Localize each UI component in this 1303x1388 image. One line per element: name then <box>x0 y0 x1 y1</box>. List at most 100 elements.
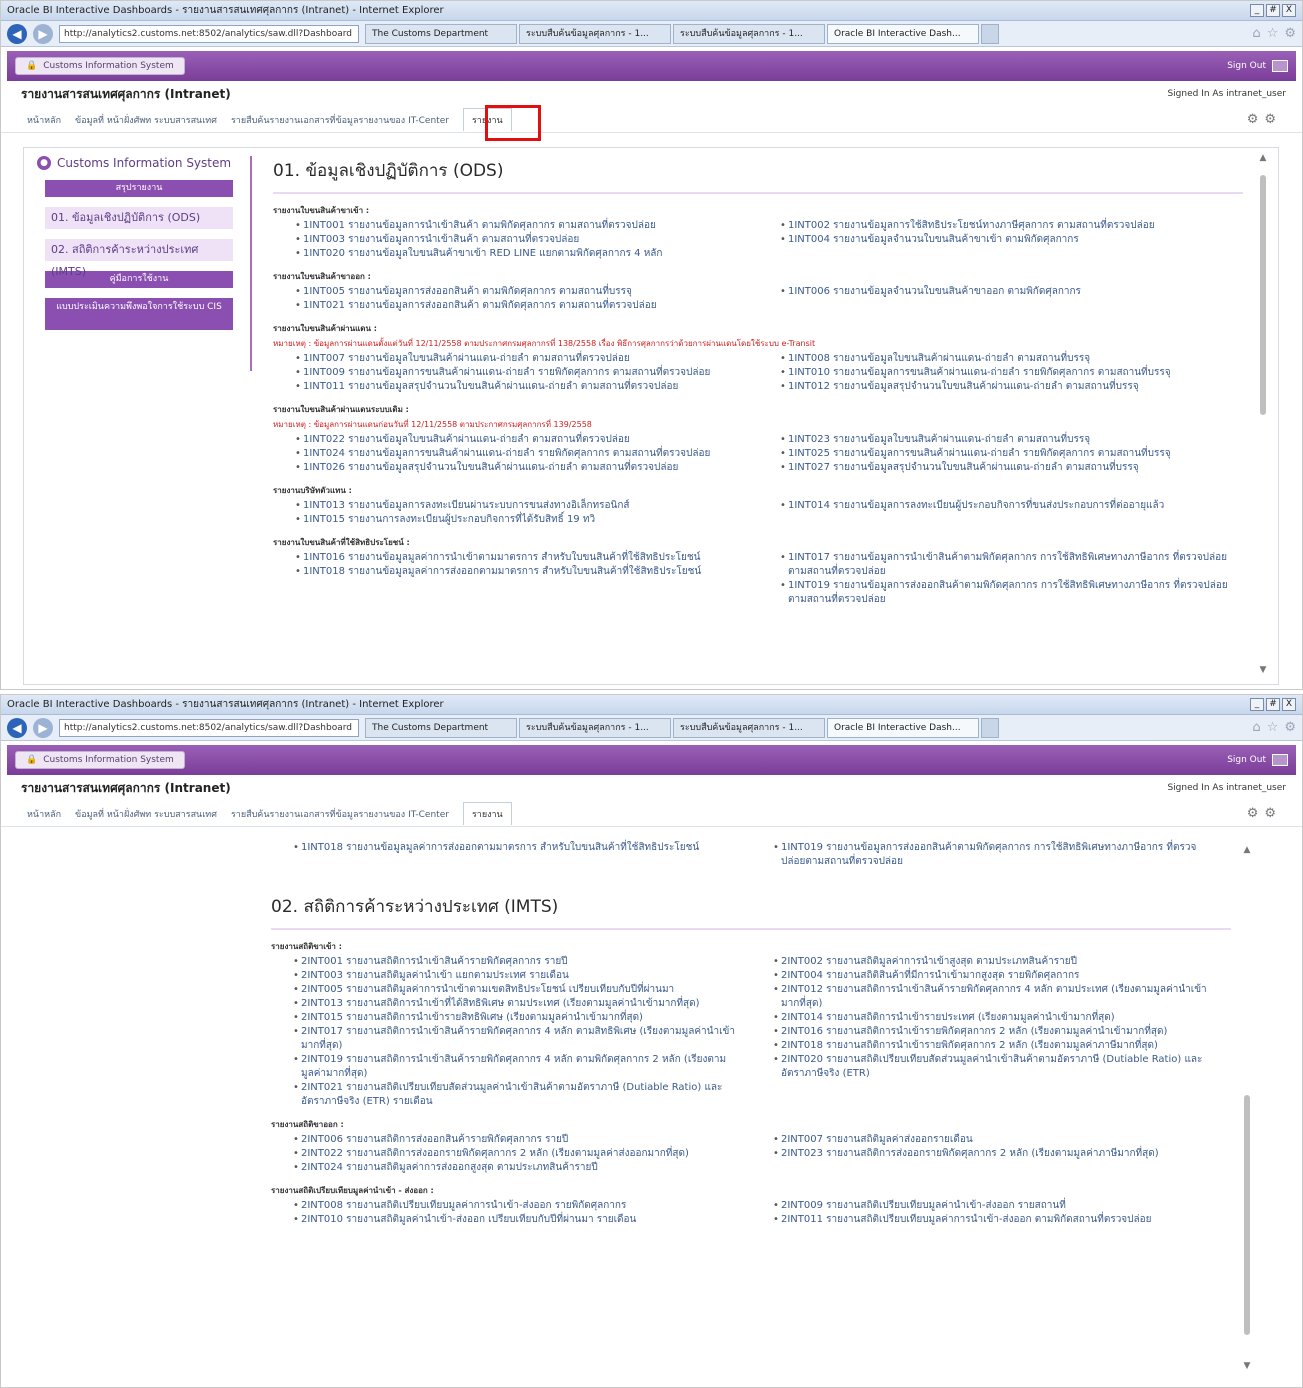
report-link[interactable]: 2INT004 รายงานสถิติสินค้าที่มีการนำเข้าม… <box>751 969 1219 983</box>
minimize-button[interactable]: _ <box>1250 698 1264 711</box>
report-link[interactable]: 1INT017 รายงานข้อมูลการนำเข้าสินค้าตามพิ… <box>758 551 1231 579</box>
report-link[interactable]: 1INT007 รายงานข้อมูลใบขนสินค้าผ่านแดน-ถ่… <box>273 352 746 366</box>
report-link[interactable]: 2INT015 รายงานสถิติการนำเข้ารายสิทธิพิเศ… <box>271 1011 739 1025</box>
menu-icon[interactable] <box>1272 60 1288 72</box>
report-link[interactable]: 1INT011 รายงานข้อมูลสรุปจำนวนใบขนสินค้าผ… <box>273 380 746 394</box>
gear-icon[interactable]: ⚙ <box>1247 806 1259 821</box>
report-link[interactable]: 2INT021 รายงานสถิติเปรียบเทียบสัดส่วนมูล… <box>271 1081 739 1109</box>
gear-icon[interactable]: ⚙ <box>1247 112 1259 127</box>
forward-arrow-icon[interactable]: ▶ <box>33 717 53 738</box>
scrollbar[interactable]: ▲ ▼ <box>1241 845 1253 1375</box>
scroll-up-icon[interactable]: ▲ <box>1241 845 1253 859</box>
report-link[interactable]: 2INT011 รายงานสถิติเปรียบเทียบมูลค่าการน… <box>751 1213 1219 1227</box>
page-tab-it-center[interactable]: รายสืบค้นรายงานเอกสารที่ข้อมูลรายงานของ … <box>231 113 449 127</box>
new-tab-button[interactable] <box>981 23 999 44</box>
report-link[interactable]: 1INT026 รายงานข้อมูลสรุปจำนวนใบขนสินค้าผ… <box>273 461 746 475</box>
page-tab-home[interactable]: หน้าหลัก <box>27 807 61 821</box>
report-link[interactable]: 2INT024 รายงานสถิติมูลค่าการส่งออกสูงสุด… <box>271 1161 739 1175</box>
page-tab-home[interactable]: หน้าหลัก <box>27 113 61 127</box>
tools-gear-icon[interactable]: ⚙ <box>1284 720 1296 735</box>
report-link[interactable]: 2INT018 รายงานสถิติการนำเข้ารายพิกัดศุลก… <box>751 1039 1219 1053</box>
report-link[interactable]: 1INT008 รายงานข้อมูลใบขนสินค้าผ่านแดน-ถ่… <box>758 352 1231 366</box>
report-link[interactable]: 1INT001 รายงานข้อมูลการนำเข้าสินค้า ตามพ… <box>273 219 746 233</box>
tab-customs-dept[interactable]: The Customs Department <box>365 717 517 738</box>
sidebar-item-imts[interactable]: 02. สถิติการค้าระหว่างประเทศ (IMTS) <box>45 239 233 278</box>
app-home-button[interactable]: 🔒 Customs Information System <box>15 57 185 75</box>
report-link[interactable]: 1INT010 รายงานข้อมูลการขนสินค้าผ่านแดน-ถ… <box>758 366 1231 380</box>
report-link[interactable]: 1INT021 รายงานข้อมูลการส่งออกสินค้า ตามพ… <box>273 299 746 313</box>
close-button[interactable]: X <box>1282 4 1296 17</box>
report-link[interactable]: 2INT016 รายงานสถิติการนำเข้ารายพิกัดศุลก… <box>751 1025 1219 1039</box>
tools-gear-icon[interactable]: ⚙ <box>1284 26 1296 41</box>
tab-customs-dept[interactable]: The Customs Department <box>365 23 517 44</box>
report-link[interactable]: 2INT001 รายงานสถิติการนำเข้าสินค้ารายพิก… <box>271 955 739 969</box>
report-link[interactable]: 1INT020 รายงานข้อมูลใบขนสินค้าขาเข้า RED… <box>273 247 746 261</box>
back-arrow-icon[interactable]: ◀ <box>7 717 27 738</box>
tab-oracle-bi[interactable]: Oracle BI Interactive Dash... <box>827 23 979 44</box>
address-bar[interactable]: http://analytics2.customs.net:8502/analy… <box>59 24 359 43</box>
sidebar-item-ods[interactable]: 01. ข้อมูลเชิงปฏิบัติการ (ODS) <box>45 207 233 229</box>
new-tab-button[interactable] <box>981 717 999 738</box>
minimize-button[interactable]: _ <box>1250 4 1264 17</box>
home-icon[interactable]: ⌂ <box>1252 26 1260 41</box>
report-link[interactable]: 2INT005 รายงานสถิติมูลค่าการนำเข้าตามเขต… <box>271 983 739 997</box>
report-link[interactable]: 2INT022 รายงานสถิติการส่งออกรายพิกัดศุลก… <box>271 1147 739 1161</box>
report-link[interactable]: 1INT013 รายงานข้อมูลการลงทะเบียนผ่านระบบ… <box>273 499 746 513</box>
settings-icon[interactable]: ⚙ <box>1264 806 1276 821</box>
report-link[interactable]: 2INT010 รายงานสถิติมูลค่านำเข้า-ส่งออก เ… <box>271 1213 739 1227</box>
sidebar-item-summary[interactable]: สรุปรายงาน <box>45 180 233 197</box>
report-link[interactable]: 1INT024 รายงานข้อมูลการขนสินค้าผ่านแดน-ถ… <box>273 447 746 461</box>
scroll-down-icon[interactable]: ▼ <box>1241 1361 1253 1375</box>
report-link[interactable]: 2INT014 รายงานสถิติการนำเข้ารายประเทศ (เ… <box>751 1011 1219 1025</box>
tab-search-2[interactable]: ระบบสืบค้นข้อมูลศุลกากร - 1... <box>673 717 825 738</box>
report-link[interactable]: 2INT006 รายงานสถิติการส่งออกสินค้ารายพิก… <box>271 1133 739 1147</box>
report-link[interactable]: 2INT019 รายงานสถิติการนำเข้าสินค้ารายพิก… <box>271 1053 739 1081</box>
report-link[interactable]: 1INT022 รายงานข้อมูลใบขนสินค้าผ่านแดน-ถ่… <box>273 433 746 447</box>
report-link[interactable]: 1INT012 รายงานข้อมูลสรุปจำนวนใบขนสินค้าผ… <box>758 380 1231 394</box>
report-link[interactable]: 1INT014 รายงานข้อมูลการลงทะเบียนผู้ประกอ… <box>758 499 1231 513</box>
report-link[interactable]: 2INT013 รายงานสถิติการนำเข้าที่ได้สิทธิพ… <box>271 997 739 1011</box>
tab-search-2[interactable]: ระบบสืบค้นข้อมูลศุลกากร - 1... <box>673 23 825 44</box>
sign-out-link[interactable]: Sign Out <box>1227 755 1266 765</box>
maximize-button[interactable]: # <box>1266 698 1280 711</box>
address-bar[interactable]: http://analytics2.customs.net:8502/analy… <box>59 718 359 737</box>
maximize-button[interactable]: # <box>1266 4 1280 17</box>
report-link[interactable]: 1INT019 รายงานข้อมูลการส่งออกสินค้าตามพิ… <box>758 579 1231 607</box>
home-icon[interactable]: ⌂ <box>1252 720 1260 735</box>
report-link[interactable]: 1INT005 รายงานข้อมูลการส่งออกสินค้า ตามพ… <box>273 285 746 299</box>
report-link[interactable]: 2INT017 รายงานสถิติการนำเข้าสินค้ารายพิก… <box>271 1025 739 1053</box>
report-link[interactable]: 2INT009 รายงานสถิติเปรียบเทียบมูลค่านำเข… <box>751 1199 1219 1213</box>
report-link[interactable]: 2INT020 รายงานสถิติเปรียบเทียบสัดส่วนมูล… <box>751 1053 1219 1081</box>
report-link[interactable]: 1INT025 รายงานข้อมูลการขนสินค้าผ่านแดน-ถ… <box>758 447 1231 461</box>
report-link[interactable]: 1INT023 รายงานข้อมูลใบขนสินค้าผ่านแดน-ถ่… <box>758 433 1231 447</box>
report-link[interactable]: 1INT027 รายงานข้อมูลสรุปจำนวนใบขนสินค้าผ… <box>758 461 1231 475</box>
report-link[interactable]: 1INT004 รายงานข้อมูลจำนวนใบขนสินค้าขาเข้… <box>758 233 1231 247</box>
sidebar-item-survey[interactable]: แบบประเมินความพึงพอใจการใช้ระบบ CIS <box>45 298 233 330</box>
report-link[interactable]: 1INT016 รายงานข้อมูลมูลค่าการนำเข้าตามมา… <box>273 551 746 565</box>
tab-search-1[interactable]: ระบบสืบค้นข้อมูลศุลกากร - 1... <box>519 23 671 44</box>
app-home-button[interactable]: 🔒 Customs Information System <box>15 751 185 769</box>
scroll-up-icon[interactable]: ▲ <box>1257 153 1269 167</box>
report-link[interactable]: 1INT018 รายงานข้อมูลมูลค่าการส่งออกตามมา… <box>271 841 739 855</box>
page-tab-info[interactable]: ข้อมูลที่ หน้าฝั่งศัพท ระบบสารสนเทศ <box>75 113 217 127</box>
favorites-star-icon[interactable]: ☆ <box>1267 26 1279 41</box>
report-link[interactable]: 1INT003 รายงานข้อมูลการนำเข้าสินค้า ตามส… <box>273 233 746 247</box>
report-link[interactable]: 2INT023 รายงานสถิติการส่งออกรายพิกัดศุลก… <box>751 1147 1219 1161</box>
report-link[interactable]: 1INT002 รายงานข้อมูลการใช้สิทธิประโยชน์ท… <box>758 219 1231 233</box>
report-link[interactable]: 2INT012 รายงานสถิติการนำเข้าสินค้ารายพิก… <box>751 983 1219 1011</box>
sign-out-link[interactable]: Sign Out <box>1227 61 1266 71</box>
forward-arrow-icon[interactable]: ▶ <box>33 23 53 44</box>
scrollbar[interactable]: ▲ ▼ <box>1257 153 1269 679</box>
tab-search-1[interactable]: ระบบสืบค้นข้อมูลศุลกากร - 1... <box>519 717 671 738</box>
settings-icon[interactable]: ⚙ <box>1264 112 1276 127</box>
report-link[interactable]: 1INT015 รายงานการลงทะเบียนผู้ประกอบกิจกา… <box>273 513 746 527</box>
scroll-thumb[interactable] <box>1260 175 1266 415</box>
scroll-down-icon[interactable]: ▼ <box>1257 665 1269 679</box>
scroll-thumb[interactable] <box>1244 1095 1250 1335</box>
page-tab-report[interactable]: รายงาน <box>462 802 512 825</box>
report-link[interactable]: 2INT007 รายงานสถิติมูลค่าส่งออกรายเดือน <box>751 1133 1219 1147</box>
report-link[interactable]: 1INT006 รายงานข้อมูลจำนวนใบขนสินค้าขาออก… <box>758 285 1231 299</box>
report-link[interactable]: 2INT003 รายงานสถิติมูลค่านำเข้า แยกตามปร… <box>271 969 739 983</box>
page-tab-info[interactable]: ข้อมูลที่ หน้าฝั่งศัพท ระบบสารสนเทศ <box>75 807 217 821</box>
back-arrow-icon[interactable]: ◀ <box>7 23 27 44</box>
